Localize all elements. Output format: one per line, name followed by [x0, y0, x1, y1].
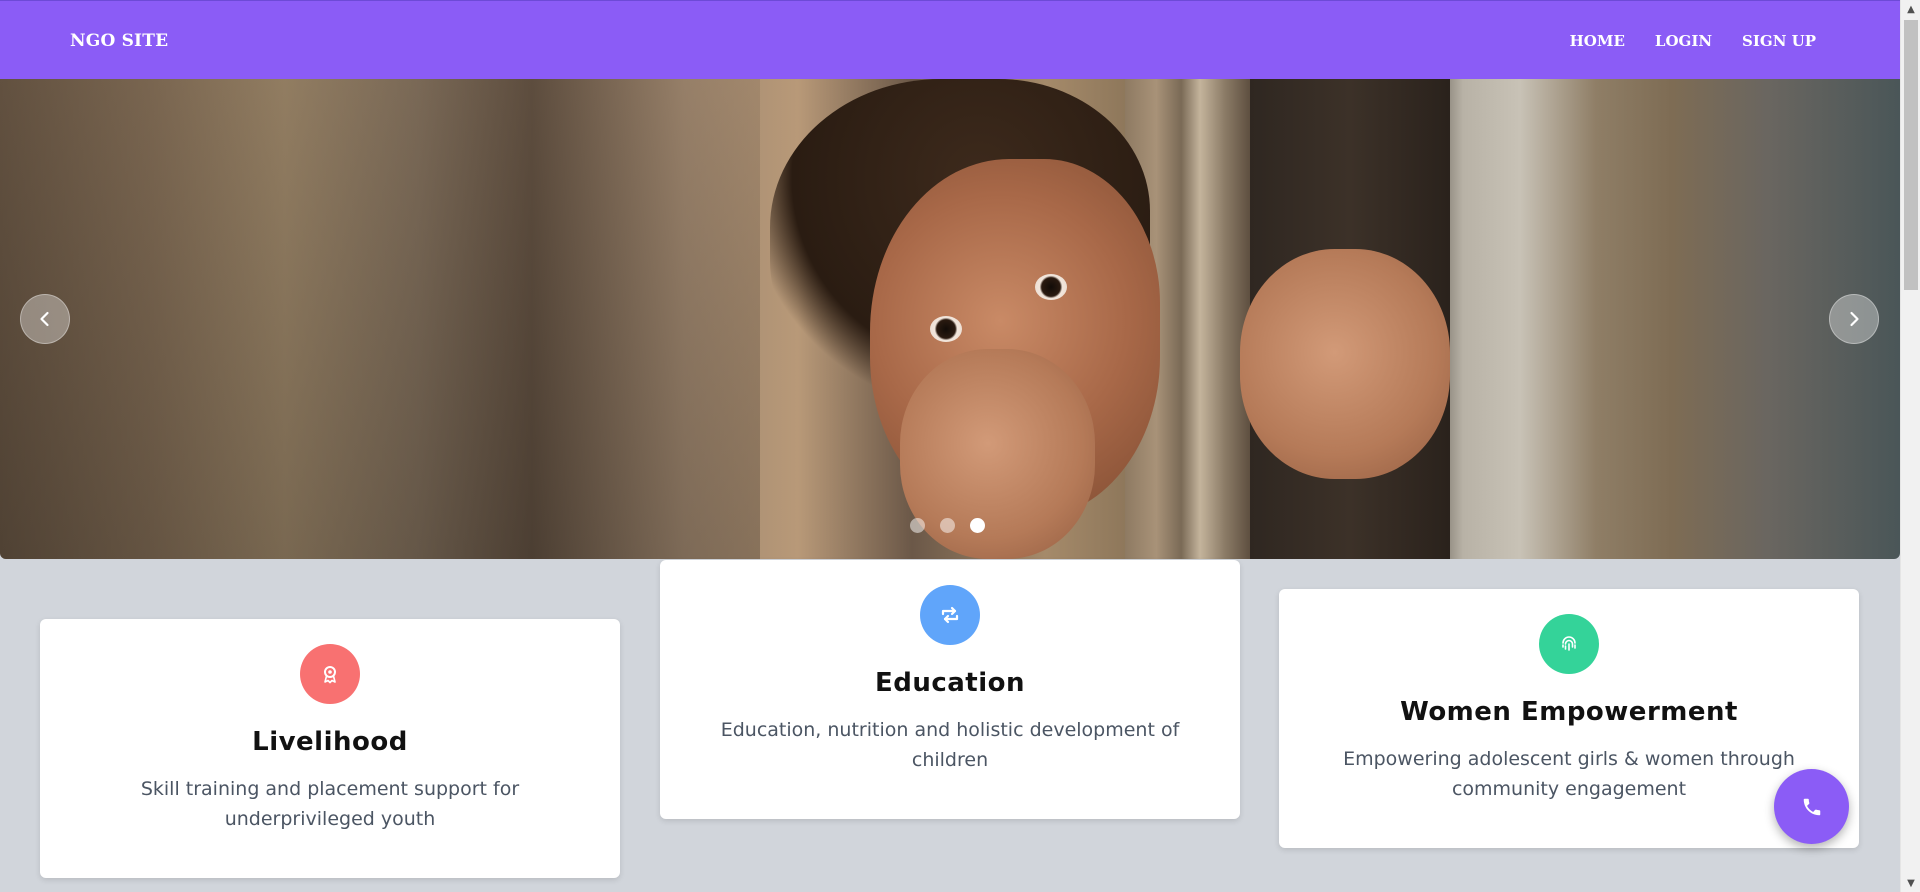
chevron-right-icon — [1850, 311, 1859, 327]
carousel-dot-1[interactable] — [910, 518, 925, 533]
carousel-next-button[interactable] — [1829, 294, 1879, 344]
scroll-down-arrow-icon[interactable]: ▼ — [1901, 874, 1920, 892]
hero-carousel — [0, 79, 1900, 559]
navbar: NGO SITE HOME LOGIN SIGN UP — [0, 0, 1900, 79]
hero-child-eye-right — [1035, 274, 1067, 300]
livelihood-icon-badge — [300, 644, 360, 704]
nav-home-link[interactable]: HOME — [1570, 32, 1625, 50]
card-title: Women Empowerment — [1400, 697, 1738, 727]
nav-signup-link[interactable]: SIGN UP — [1742, 32, 1816, 50]
carousel-indicators — [910, 518, 985, 533]
service-card-women-empowerment: Women Empowerment Empowering adolescent … — [1279, 589, 1859, 848]
card-description: Education, nutrition and holistic develo… — [720, 719, 1180, 771]
page-scrollbar[interactable]: ▲ ▼ — [1900, 0, 1920, 892]
hero-child-hand-right — [1240, 249, 1450, 479]
card-title: Livelihood — [252, 727, 408, 757]
carousel-prev-button[interactable] — [20, 294, 70, 344]
main-nav: HOME LOGIN SIGN UP — [1570, 32, 1816, 50]
card-title: Education — [874, 668, 1026, 698]
repeat-icon — [941, 606, 959, 624]
call-button[interactable] — [1774, 769, 1849, 844]
chevron-left-icon — [40, 311, 49, 327]
fingerprint-icon — [1562, 636, 1576, 651]
brand-logo[interactable]: NGO SITE — [70, 31, 168, 51]
carousel-dot-3[interactable] — [970, 518, 985, 533]
nav-login-link[interactable]: LOGIN — [1655, 32, 1712, 50]
page: NGO SITE HOME LOGIN SIGN UP Livelihood S… — [0, 0, 1920, 892]
service-card-education: Education Education, nutrition and holis… — [660, 560, 1240, 819]
card-description: Skill training and placement support for… — [140, 778, 520, 830]
scrollbar-thumb[interactable] — [1904, 20, 1918, 290]
education-icon-badge — [920, 585, 980, 645]
service-card-livelihood: Livelihood Skill training and placement … — [40, 619, 620, 878]
phone-icon — [1803, 798, 1820, 815]
carousel-dot-2[interactable] — [940, 518, 955, 533]
award-ribbon-icon — [324, 666, 336, 684]
hero-child-eye-left — [930, 316, 962, 342]
scroll-up-arrow-icon[interactable]: ▲ — [1901, 0, 1920, 18]
women-empowerment-icon-badge — [1539, 614, 1599, 674]
hero-background — [0, 79, 760, 559]
card-description: Empowering adolescent girls & women thro… — [1343, 748, 1795, 800]
